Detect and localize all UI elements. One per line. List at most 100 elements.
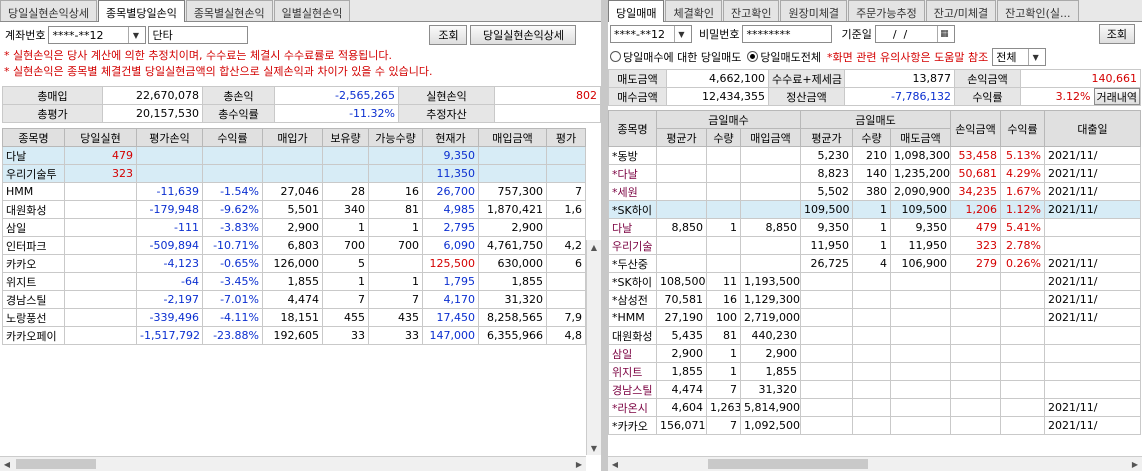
right-search-button[interactable]: 조회 [1098, 24, 1135, 44]
table-cell: 33 [368, 326, 423, 345]
table-row[interactable]: HMM -11,639 -1.54% 27,046 28 16 26,700 757,300 7 [2, 182, 586, 201]
tab-daily-realized-pl[interactable]: 일별실현손익 [273, 0, 351, 21]
table-cell [890, 308, 951, 327]
table-row[interactable]: *동방 5,230 210 1,098,300 53,458 5.13% 2021/11/ [608, 146, 1141, 165]
left-col-8[interactable]: 매입금액 [478, 128, 547, 147]
table-row[interactable]: 삼일 2,900 1 2,900 [608, 344, 1141, 363]
table-row[interactable]: *다날 8,823 140 1,235,200 50,681 4.29% 2021/11/ [608, 164, 1141, 183]
left-vertical-scrollbar[interactable]: ▲ ▼ [586, 240, 601, 455]
table-cell: 1 [322, 218, 369, 237]
table-cell: -23.88% [202, 326, 263, 345]
tab-daily-trades[interactable]: 당일매매 [608, 0, 665, 22]
left-horizontal-scrollbar[interactable]: ◀ ▶ [0, 456, 586, 471]
table-row[interactable]: *라온시 4,604 1,263 5,814,900 2021/11/ [608, 398, 1141, 417]
right-horizontal-scrollbar[interactable]: ◀ ▶ [608, 456, 1142, 471]
table-row[interactable]: 다날 8,850 1 8,850 9,350 1 9,350 479 5.41% [608, 218, 1141, 237]
table-row[interactable]: 우리기술투 323 11,350 [2, 164, 586, 183]
table-row[interactable]: *삼성전 70,581 16 1,129,300 2021/11/ [608, 290, 1141, 309]
table-row[interactable]: 노랑풍선 -339,496 -4.11% 18,151 455 435 17,450 8,25… [2, 308, 586, 327]
right-scroll-thumb[interactable] [708, 459, 868, 469]
left-col-9[interactable]: 평가 [546, 128, 586, 147]
tab-balance-check-real[interactable]: 잔고확인(실... [997, 0, 1079, 21]
table-cell [1000, 272, 1045, 291]
table-row[interactable]: *두산중 26,725 4 106,900 279 0.26% 2021/11/ [608, 254, 1141, 273]
left-col-7[interactable]: 현재가 [422, 128, 479, 147]
left-col-5[interactable]: 보유량 [322, 128, 369, 147]
settlement-label: 정산금액 [768, 87, 845, 106]
left-col-3[interactable]: 수익률 [202, 128, 263, 147]
table-row[interactable]: *세원 5,502 380 2,090,900 34,235 1.67% 2021/11/ [608, 182, 1141, 201]
scroll-right-icon[interactable]: ▶ [572, 457, 586, 471]
table-row[interactable]: 위지트 -64 -3.45% 1,855 1 1 1,795 1,855 [2, 272, 586, 291]
left-col-4[interactable]: 매입가 [262, 128, 323, 147]
table-cell [950, 290, 1001, 309]
left-account-bar: 계좌번호 ****-**12 ▼ 단타 조회 당일실현손익상세 [0, 22, 601, 48]
table-row[interactable]: *카카오 156,071 7 1,092,500 2021/11/ [608, 416, 1141, 435]
table-row[interactable]: 위지트 1,855 1 1,855 [608, 362, 1141, 381]
table-row[interactable]: *SK하이 109,500 1 109,500 1,206 1.12% 2021/11/ [608, 200, 1141, 219]
scroll-right-icon[interactable]: ▶ [1128, 457, 1142, 471]
right-account-select[interactable]: ****-**12 ▼ [610, 25, 692, 43]
chevron-down-icon[interactable]: ▼ [674, 26, 688, 42]
left-col-0[interactable]: 종목명 [2, 128, 65, 147]
realized-detail-button[interactable]: 당일실현손익상세 [470, 25, 577, 45]
radio-all-sell-today[interactable]: 당일매도전체 [747, 49, 821, 65]
table-row[interactable]: 경남스틸 4,474 7 31,320 [608, 380, 1141, 399]
tab-ledger-unfilled[interactable]: 원장미체결 [780, 0, 848, 21]
table-row[interactable]: *HMM 27,190 100 2,719,000 2021/11/ [608, 308, 1141, 327]
table-cell: 27,190 [656, 308, 707, 327]
tab-execution-check[interactable]: 체결확인 [665, 0, 722, 21]
tab-stock-daily-pl[interactable]: 종목별당일손익 [97, 0, 185, 22]
table-row[interactable]: 카카오 -4,123 -0.65% 126,000 5 125,500 630,000 6 [2, 254, 586, 273]
chevron-down-icon[interactable]: ▼ [1028, 49, 1042, 65]
password-field[interactable]: ******** [742, 25, 833, 43]
table-row[interactable]: 대원화성 -179,948 -9.62% 5,501 340 81 4,985 1,870,4… [2, 200, 586, 219]
table-cell: 7,9 [546, 308, 586, 327]
tab-orderable-estimate[interactable]: 주문가능추정 [848, 0, 925, 21]
tab-stock-realized-pl[interactable]: 종목별실현손익 [185, 0, 273, 21]
calendar-icon[interactable]: ▦ [936, 26, 951, 42]
date-label: 기준일 [841, 28, 872, 41]
table-row[interactable]: 삼일 -111 -3.83% 2,900 1 1 2,795 2,900 [2, 218, 586, 237]
table-cell: *라온시 [608, 398, 657, 417]
table-cell: 5 [322, 254, 369, 273]
date-field[interactable]: / / ▦ [874, 25, 955, 43]
table-cell: 2021/11/ [1044, 416, 1141, 435]
table-cell: 4,604 [656, 398, 707, 417]
table-cell [852, 380, 891, 399]
table-cell: 126,000 [262, 254, 323, 273]
left-col-6[interactable]: 가능수량 [368, 128, 423, 147]
table-row[interactable]: 우리기술 11,950 1 11,950 323 2.78% [608, 236, 1141, 255]
table-cell: 4,474 [656, 380, 707, 399]
table-cell: 31,320 [740, 380, 801, 399]
table-cell: 34,235 [950, 182, 1001, 201]
tab-daily-realized-detail[interactable]: 당일실현손익상세 [0, 0, 97, 21]
table-row[interactable]: 카카오페이 -1,517,792 -23.88% 192,605 33 33 147,000… [2, 326, 586, 345]
account-type-field[interactable]: 단타 [148, 26, 249, 44]
tab-balance-unfilled[interactable]: 잔고/미체결 [925, 0, 997, 21]
chevron-down-icon[interactable]: ▼ [128, 27, 142, 43]
radio-buy-sell-today[interactable]: 당일매수에 대한 당일매도 [610, 49, 741, 65]
table-row[interactable]: *SK하이 108,500 11 1,193,500 2021/11/ [608, 272, 1141, 291]
table-row[interactable]: 경남스틸 -2,197 -7.01% 4,474 7 7 4,170 31,320 [2, 290, 586, 309]
table-row[interactable]: 다날 479 9,350 [2, 146, 586, 165]
left-scroll-thumb[interactable] [16, 459, 96, 469]
table-cell [950, 308, 1001, 327]
scroll-down-icon[interactable]: ▼ [587, 441, 601, 455]
table-row[interactable]: 대원화성 5,435 81 440,230 [608, 326, 1141, 345]
scroll-left-icon[interactable]: ◀ [0, 457, 14, 471]
scroll-up-icon[interactable]: ▲ [587, 240, 601, 254]
table-row[interactable]: 인터파크 -509,894 -10.71% 6,803 700 700 6,090 4,761… [2, 236, 586, 255]
sell-amount-label: 매도금액 [608, 69, 667, 88]
table-cell: 11,950 [800, 236, 853, 255]
account-number: ****-**12 [52, 28, 104, 42]
tab-balance-check[interactable]: 잔고확인 [722, 0, 780, 21]
filter-select[interactable]: 전체 ▼ [992, 48, 1047, 66]
account-select[interactable]: ****-**12 ▼ [48, 26, 147, 44]
table-cell [1044, 236, 1141, 255]
trade-history-button[interactable]: 거래내역 [1093, 88, 1140, 105]
search-button[interactable]: 조회 [429, 25, 468, 45]
scroll-left-icon[interactable]: ◀ [608, 457, 622, 471]
left-col-1[interactable]: 당일실현 [64, 128, 137, 147]
left-col-2[interactable]: 평가손익 [136, 128, 203, 147]
